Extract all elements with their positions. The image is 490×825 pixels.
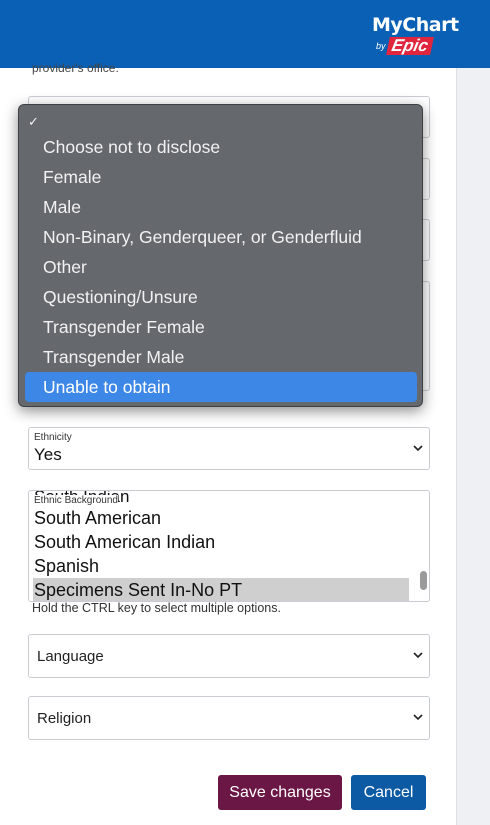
ethnic-background-listbox[interactable]: South Indian Ethnic Background South Ame… <box>28 490 430 602</box>
intro-text-fragment: provider's office. <box>32 61 119 75</box>
dropdown-option[interactable]: Transgender Male <box>25 342 417 372</box>
chevron-down-icon <box>413 652 423 659</box>
dropdown-option-highlighted[interactable]: Unable to obtain <box>25 372 417 402</box>
ethnicity-label: Ethnicity <box>34 432 72 443</box>
header-bar: MyChart by Epic <box>0 0 490 68</box>
page-margin <box>456 68 490 825</box>
dropdown-option[interactable]: Choose not to disclose <box>25 132 417 162</box>
save-changes-button[interactable]: Save changes <box>218 775 342 810</box>
language-placeholder: Language <box>37 648 104 665</box>
logo-by-text: by <box>376 41 386 51</box>
logo-mychart-text: MyChart <box>372 14 459 36</box>
logo-epic-text: Epic <box>386 36 434 55</box>
cancel-button[interactable]: Cancel <box>351 775 426 810</box>
chevron-down-icon <box>413 714 423 721</box>
multiselect-hint: Hold the CTRL key to select multiple opt… <box>32 601 281 615</box>
listbox-option-selected[interactable]: Specimens Sent In-No PT <box>33 578 409 601</box>
religion-placeholder: Religion <box>37 710 92 727</box>
listbox-option[interactable]: Spanish <box>33 554 409 578</box>
mychart-logo[interactable]: MyChart by Epic <box>368 14 459 62</box>
dropdown-option[interactable]: Female <box>25 162 417 192</box>
religion-select[interactable]: Religion <box>28 696 430 740</box>
listbox-scrollbar-thumb[interactable] <box>420 571 427 590</box>
ethnicity-select[interactable]: Ethnicity Yes <box>28 427 430 470</box>
dropdown-option[interactable]: Transgender Female <box>25 312 417 342</box>
ethnic-background-label: Ethnic Background <box>34 495 118 506</box>
checkmark-icon: ✓ <box>28 114 39 129</box>
chevron-down-icon <box>413 444 423 451</box>
listbox-option[interactable]: South American Indian <box>33 530 409 554</box>
dropdown-option[interactable]: Non-Binary, Genderqueer, or Genderfluid <box>25 222 417 252</box>
dropdown-option[interactable]: Male <box>25 192 417 222</box>
listbox-option[interactable]: South American <box>33 506 409 530</box>
dropdown-option[interactable]: Other <box>25 252 417 282</box>
gender-dropdown-menu[interactable]: ✓ Choose not to disclose Female Male Non… <box>18 104 423 407</box>
language-select[interactable]: Language <box>28 634 430 678</box>
dropdown-option[interactable]: Questioning/Unsure <box>25 282 417 312</box>
ethnicity-value: Yes <box>34 445 62 464</box>
